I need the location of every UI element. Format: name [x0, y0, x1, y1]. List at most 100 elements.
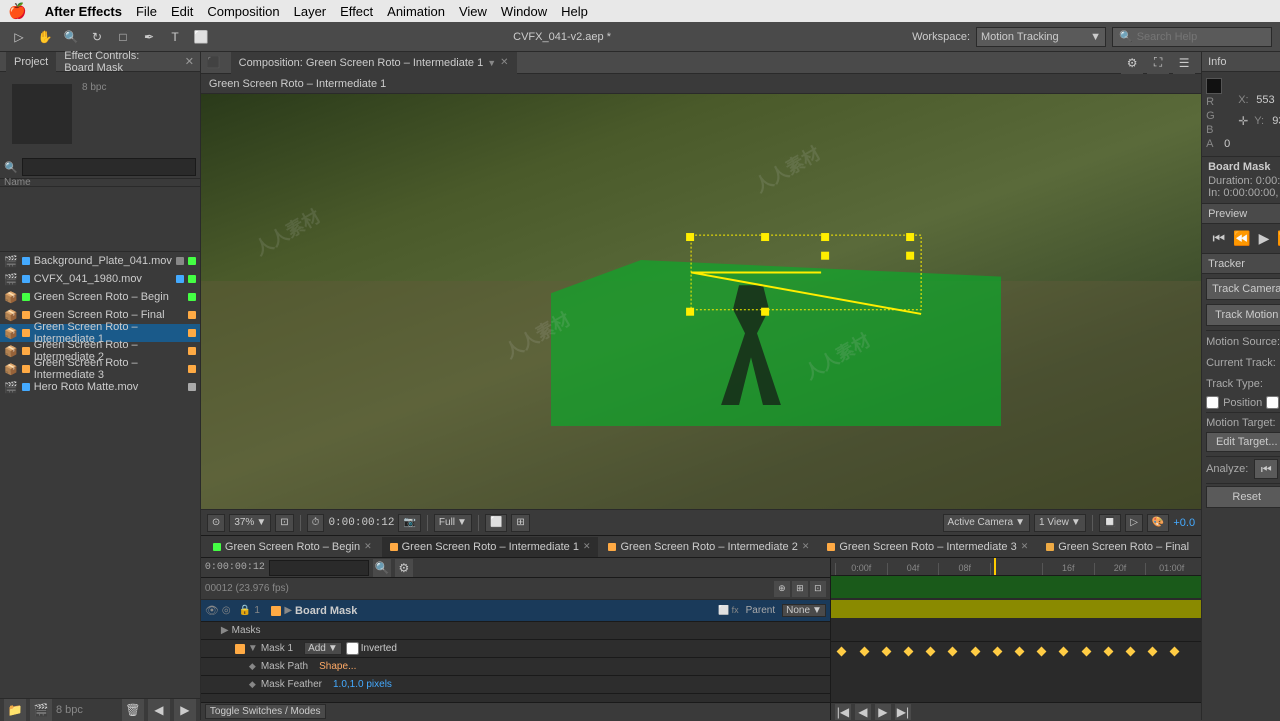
prev-step-fwd-btn[interactable]: ⏩	[1275, 228, 1280, 249]
new-folder-btn[interactable]: 📁	[4, 699, 26, 721]
tl-close-1[interactable]: ✕	[583, 541, 591, 552]
app-name[interactable]: After Effects	[45, 4, 122, 19]
track-motion-btn[interactable]: Track Motion	[1206, 304, 1280, 326]
add-dropdown[interactable]: Add ▼	[304, 642, 342, 655]
tl-mask-feather-row[interactable]: ◆ Mask Feather 1.0,1.0 pixels	[201, 676, 830, 694]
tl-tool-2[interactable]: ⊞	[792, 581, 808, 597]
tl-nav-prev[interactable]: ◀	[855, 704, 871, 720]
menu-window[interactable]: Window	[501, 4, 547, 19]
file-item-1[interactable]: 🎬 CVFX_041_1980.mov	[0, 270, 200, 288]
menu-view[interactable]: View	[459, 4, 487, 19]
kf-3[interactable]	[881, 646, 891, 656]
prev-step-back-btn[interactable]: ⏪	[1231, 228, 1252, 249]
comp-zoom-btn[interactable]: ⛶	[1147, 52, 1169, 74]
tl-track-bar-main[interactable]	[831, 576, 1201, 598]
tab-project[interactable]: Project	[6, 52, 56, 72]
kf-8[interactable]	[992, 646, 1002, 656]
tab-effect-controls[interactable]: Effect Controls: Board Mask	[56, 52, 178, 72]
file-item-7[interactable]: 🎬 Hero Roto Matte.mov	[0, 378, 200, 396]
menu-help[interactable]: Help	[561, 4, 588, 19]
eye-btn-1[interactable]: 👁	[205, 604, 219, 617]
position-checkbox[interactable]	[1206, 396, 1219, 409]
toggle-modes-btn[interactable]: Toggle Switches / Modes	[205, 704, 326, 719]
tl-tab-2[interactable]: Green Screen Roto – Intermediate 2 ✕	[600, 537, 817, 557]
menu-layer[interactable]: Layer	[294, 4, 327, 19]
parent-dropdown[interactable]: None ▼	[782, 604, 826, 617]
file-item-6[interactable]: 📦 Green Screen Roto – Intermediate 3	[0, 360, 200, 378]
zoom-btn[interactable]: 37% ▼	[229, 514, 271, 532]
tool-text[interactable]: T	[164, 26, 186, 48]
kf-5[interactable]	[926, 646, 936, 656]
active-camera-btn[interactable]: Active Camera ▼	[943, 514, 1030, 532]
comp-close-btn[interactable]: ✕	[500, 57, 508, 68]
tool-select[interactable]: ▷	[8, 26, 30, 48]
comp-menu-btn[interactable]: ☰	[1173, 52, 1195, 74]
layer-solo-btn[interactable]: ◎	[222, 605, 236, 616]
layer-switch-1[interactable]: ⬜	[718, 605, 729, 616]
close-icon[interactable]: ✕	[185, 55, 194, 68]
inverted-checkbox[interactable]	[346, 642, 359, 655]
kf-7[interactable]	[970, 646, 980, 656]
menu-file[interactable]: File	[136, 4, 157, 19]
tl-nav-play[interactable]: ▶	[875, 704, 891, 720]
preview-header[interactable]: Preview ▶ ✕	[1202, 204, 1280, 224]
comp-tab-active[interactable]: Composition: Green Screen Roto – Interme…	[231, 52, 517, 74]
snap-btn[interactable]: ⊙	[207, 514, 225, 532]
rotation-checkbox[interactable]	[1266, 396, 1279, 409]
reset-btn[interactable]: Reset	[1206, 486, 1280, 508]
apple-icon[interactable]: 🍎	[8, 2, 27, 20]
tracker-header[interactable]: Tracker ▶ ✕	[1202, 254, 1280, 274]
tl-sublayer-masks[interactable]: ▶ Masks	[201, 622, 830, 640]
tool-pen[interactable]: ✒	[138, 26, 160, 48]
tl-options-btn[interactable]: ⚙	[395, 559, 413, 577]
tl-nav-start[interactable]: |◀	[835, 704, 851, 720]
grid-btn[interactable]: ⊞	[511, 514, 529, 532]
track-camera-btn[interactable]: Track Camera	[1206, 278, 1280, 300]
file-item-0[interactable]: 🎬 Background_Plate_041.mov	[0, 252, 200, 270]
tool-brush[interactable]: ⬜	[190, 26, 212, 48]
shape-btn[interactable]: Shape...	[319, 661, 356, 672]
tl-playhead[interactable]	[994, 558, 996, 575]
quality-btn[interactable]: Full ▼	[434, 514, 472, 532]
tl-tab-1[interactable]: Green Screen Roto – Intermediate 1 ✕	[382, 537, 599, 557]
comp-dropdown-icon[interactable]: ▼	[487, 58, 496, 68]
tl-tab-4[interactable]: Green Screen Roto – Final	[1038, 537, 1197, 557]
kf-12[interactable]	[1081, 646, 1091, 656]
workspace-dropdown[interactable]: Motion Tracking ▼	[976, 27, 1106, 47]
preview-btn[interactable]: ▷	[1125, 514, 1143, 532]
tl-search-btn[interactable]: 🔍	[373, 559, 391, 577]
fit-btn[interactable]: ⊡	[275, 514, 293, 532]
tl-tab-3[interactable]: Green Screen Roto – Intermediate 3 ✕	[819, 537, 1036, 557]
kf-10[interactable]	[1037, 646, 1047, 656]
timecode-btn[interactable]: ⏱	[307, 514, 325, 532]
tl-tool-3[interactable]: ⊡	[810, 581, 826, 597]
trash-btn[interactable]: 🗑	[122, 699, 144, 721]
tl-nav-next[interactable]: ▶|	[895, 704, 911, 720]
tl-search-input[interactable]	[269, 560, 369, 576]
kf-1[interactable]	[837, 646, 847, 656]
layer-expand-1[interactable]: ▶	[284, 605, 292, 616]
layer-lock-btn[interactable]: 🔒	[239, 605, 251, 616]
file-item-2[interactable]: 📦 Green Screen Roto – Begin	[0, 288, 200, 306]
kf-14[interactable]	[1126, 646, 1136, 656]
analyze-rev-fast-btn[interactable]: ⏮	[1254, 459, 1278, 479]
kf-11[interactable]	[1059, 646, 1069, 656]
menu-effect[interactable]: Effect	[340, 4, 373, 19]
transparency-btn[interactable]: ⬜	[485, 514, 507, 532]
prev-item-btn[interactable]: ◀	[148, 699, 170, 721]
viewer[interactable]: 人人素材 人人素材 人人素材 人人素材	[201, 94, 1201, 509]
tl-close-2[interactable]: ✕	[802, 541, 810, 552]
views-btn[interactable]: 1 View ▼	[1034, 514, 1086, 532]
tool-zoom[interactable]: 🔍	[60, 26, 82, 48]
inverted-checkbox-row[interactable]: Inverted	[346, 642, 397, 655]
render-btn[interactable]: 🔲	[1099, 514, 1121, 532]
tl-close-0[interactable]: ✕	[364, 541, 372, 552]
kf-9[interactable]	[1015, 646, 1025, 656]
comp-settings-btn[interactable]: ⚙	[1121, 52, 1143, 74]
layer-switch-2[interactable]: fx	[732, 605, 739, 616]
tl-tab-0[interactable]: Green Screen Roto – Begin ✕	[205, 537, 380, 557]
kf-15[interactable]	[1148, 646, 1158, 656]
kf-16[interactable]	[1170, 646, 1180, 656]
tl-mask-path-row[interactable]: ◆ Mask Path Shape...	[201, 658, 830, 676]
kf-13[interactable]	[1103, 646, 1113, 656]
